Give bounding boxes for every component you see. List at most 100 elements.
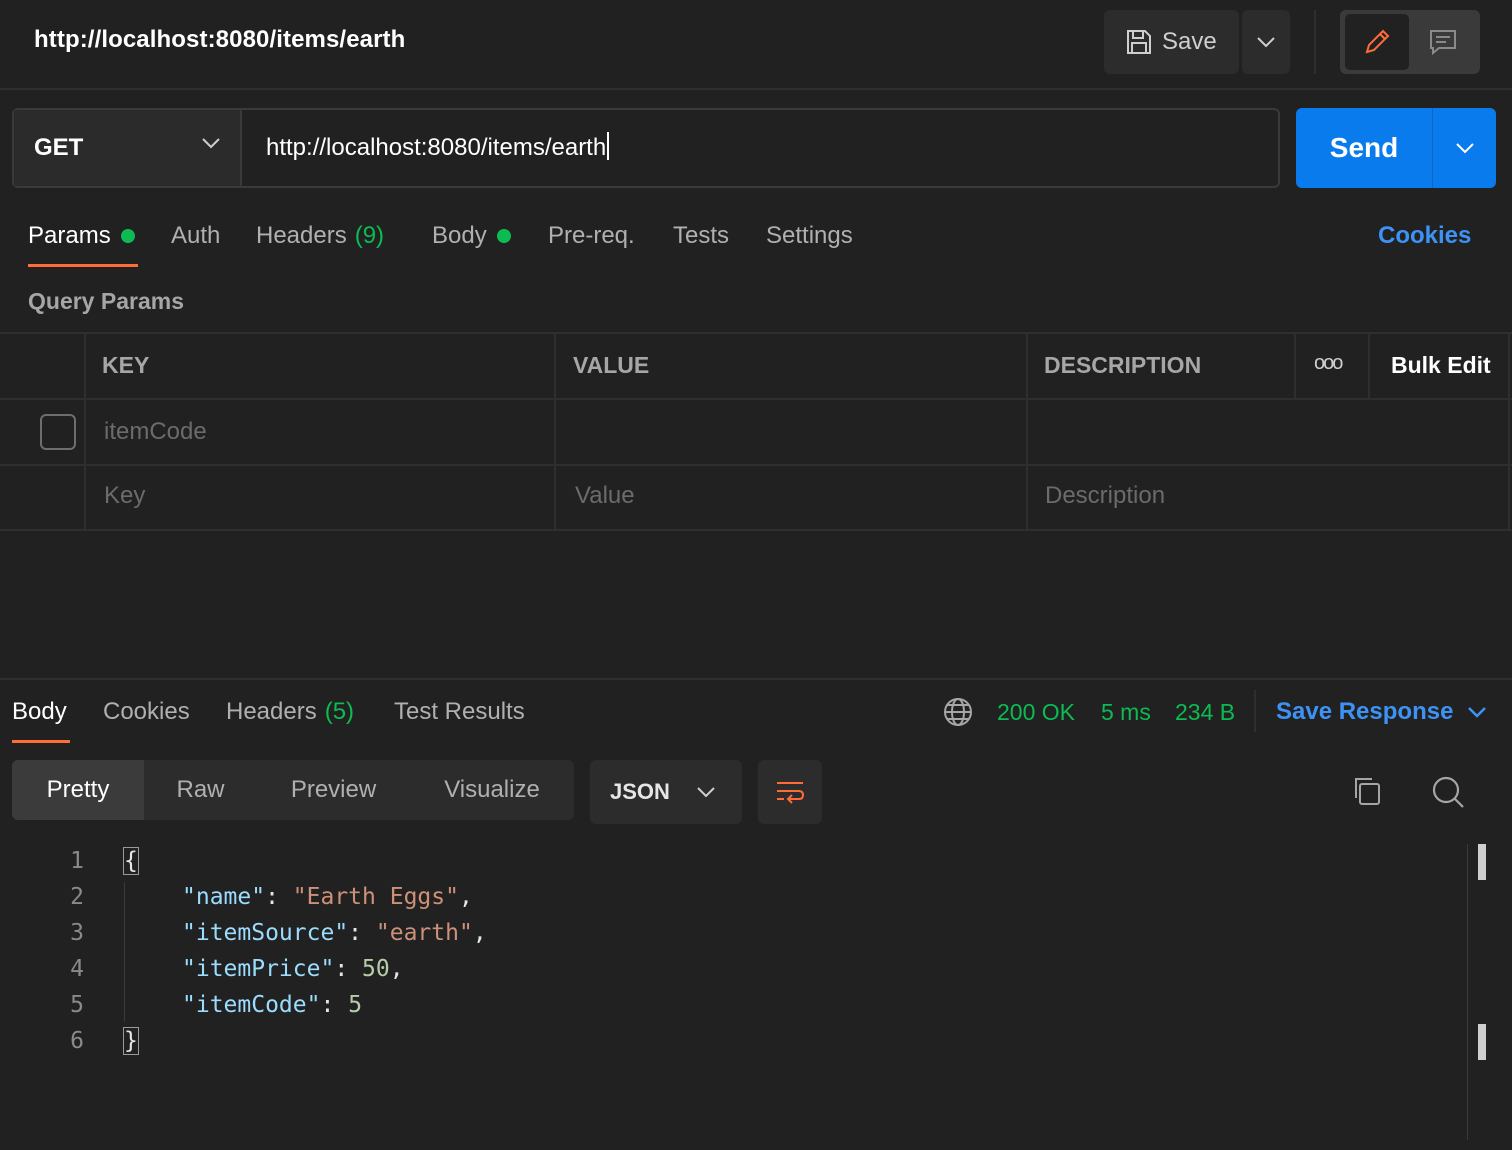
table-divider: [1508, 332, 1510, 530]
table-border: [0, 529, 1512, 531]
line-number: 2: [70, 884, 84, 910]
params-indicator-dot: [120, 229, 135, 243]
response-tab-headers[interactable]: Headers (5): [226, 698, 354, 726]
line-number: 3: [70, 920, 84, 946]
tab-body[interactable]: Body: [432, 222, 511, 250]
code-line: "name": "Earth Eggs",: [182, 884, 473, 910]
edit-mode-button[interactable]: [1345, 14, 1409, 70]
json-brace: }: [123, 1027, 139, 1055]
toolbar-divider: [1254, 690, 1256, 732]
table-border: [0, 464, 1512, 466]
response-tab-cookies[interactable]: Cookies: [103, 698, 190, 726]
toolbar-divider: [1314, 10, 1316, 74]
editor-scrollbar-track: [1467, 844, 1468, 1140]
tab-label: Cookies: [103, 698, 190, 725]
save-response-label: Save Response: [1276, 698, 1454, 725]
json-brace: {: [123, 847, 139, 875]
code-line: "itemPrice": 50,: [182, 956, 404, 982]
view-mode-visualize[interactable]: Visualize: [410, 760, 574, 820]
param-value-cell[interactable]: [556, 400, 1026, 464]
chevron-down-icon: [1467, 706, 1487, 718]
query-params-title: Query Params: [28, 288, 184, 314]
view-mode-raw[interactable]: Raw: [144, 760, 257, 820]
column-header-key: KEY: [102, 352, 150, 378]
text-cursor: [607, 132, 610, 160]
headers-count: (5): [324, 698, 355, 725]
send-button-label: Send: [1329, 132, 1399, 163]
format-label: JSON: [610, 779, 670, 804]
wrap-lines-icon: [774, 778, 806, 806]
url-input[interactable]: http://localhost:8080/items/earth: [266, 132, 610, 162]
response-time[interactable]: 5 ms: [1101, 699, 1151, 726]
scrollbar-marker[interactable]: [1478, 1024, 1486, 1060]
tab-tests[interactable]: Tests: [673, 222, 729, 250]
column-header-description: DESCRIPTION: [1044, 352, 1202, 378]
request-title[interactable]: http://localhost:8080/items/earth: [34, 26, 405, 54]
save-response-button[interactable]: Save Response: [1276, 698, 1487, 726]
method-label: GET: [34, 134, 84, 161]
send-button[interactable]: Send: [1296, 108, 1432, 188]
new-description-input[interactable]: Description: [1045, 482, 1165, 510]
chevron-down-icon: [1256, 36, 1276, 48]
url-input-value: http://localhost:8080/items/earth: [266, 134, 607, 161]
save-options-button[interactable]: [1242, 10, 1290, 74]
param-key-cell[interactable]: itemCode: [104, 418, 207, 446]
save-button-label: Save: [1162, 28, 1217, 55]
tab-label: Pre-req.: [548, 222, 635, 249]
response-body-editor[interactable]: 1 { 2 "name": "Earth Eggs", 3 "itemSourc…: [0, 840, 1470, 1140]
wrap-lines-button[interactable]: [758, 760, 822, 824]
globe-icon[interactable]: [943, 697, 973, 727]
response-size[interactable]: 234 B: [1175, 699, 1235, 726]
bulk-edit-button[interactable]: Bulk Edit: [1391, 352, 1491, 379]
active-tab-indicator: [28, 264, 138, 267]
line-number: 1: [70, 848, 84, 874]
status-code[interactable]: 200 OK: [997, 699, 1075, 726]
comments-mode-button[interactable]: [1412, 14, 1474, 70]
tab-pre-request[interactable]: Pre-req.: [548, 222, 635, 250]
tab-label: Params: [28, 222, 111, 249]
table-divider: [1294, 332, 1296, 400]
format-select[interactable]: JSON: [590, 760, 742, 824]
tab-label: Test Results: [394, 698, 525, 725]
tab-label: Headers: [226, 698, 317, 725]
pencil-icon: [1361, 26, 1393, 58]
tab-label: Settings: [766, 222, 853, 249]
view-mode-preview[interactable]: Preview: [257, 760, 410, 820]
new-key-input[interactable]: Key: [104, 482, 145, 510]
save-button[interactable]: Save: [1104, 10, 1239, 74]
response-tab-test-results[interactable]: Test Results: [394, 698, 525, 726]
tab-auth[interactable]: Auth: [171, 222, 220, 250]
table-divider: [1368, 332, 1370, 400]
comment-icon: [1427, 26, 1459, 58]
param-description-cell[interactable]: [1028, 400, 1508, 464]
code-line: "itemCode": 5: [182, 992, 363, 1018]
chevron-down-icon: [696, 786, 716, 798]
body-indicator-dot: [496, 229, 511, 243]
code-line: "itemSource": "earth",: [182, 920, 487, 946]
tab-headers[interactable]: Headers (9): [256, 222, 384, 250]
save-icon: [1124, 27, 1154, 57]
scrollbar-marker[interactable]: [1478, 844, 1486, 880]
more-options-button[interactable]: ooo: [1314, 352, 1343, 375]
tab-label: Tests: [673, 222, 730, 249]
cookies-link[interactable]: Cookies: [1378, 222, 1471, 250]
new-value-input[interactable]: Value: [575, 482, 635, 510]
line-number: 5: [70, 992, 84, 1018]
line-number: 6: [70, 1028, 84, 1054]
active-tab-indicator: [12, 740, 70, 743]
view-mode-pretty[interactable]: Pretty: [12, 760, 144, 820]
tab-settings[interactable]: Settings: [766, 222, 853, 250]
chevron-down-icon: [1454, 141, 1476, 155]
param-enabled-checkbox[interactable]: [40, 414, 76, 450]
response-tab-body[interactable]: Body: [12, 698, 67, 726]
copy-icon[interactable]: [1350, 774, 1384, 808]
chevron-down-icon: [200, 136, 222, 150]
tab-params[interactable]: Params: [28, 222, 135, 250]
search-icon[interactable]: [1430, 774, 1466, 810]
table-divider: [84, 332, 86, 530]
pane-divider[interactable]: [0, 678, 1512, 680]
column-header-value: VALUE: [573, 352, 650, 378]
tab-label: Body: [432, 222, 487, 249]
send-options-button[interactable]: [1432, 108, 1496, 188]
line-number: 4: [70, 956, 84, 982]
